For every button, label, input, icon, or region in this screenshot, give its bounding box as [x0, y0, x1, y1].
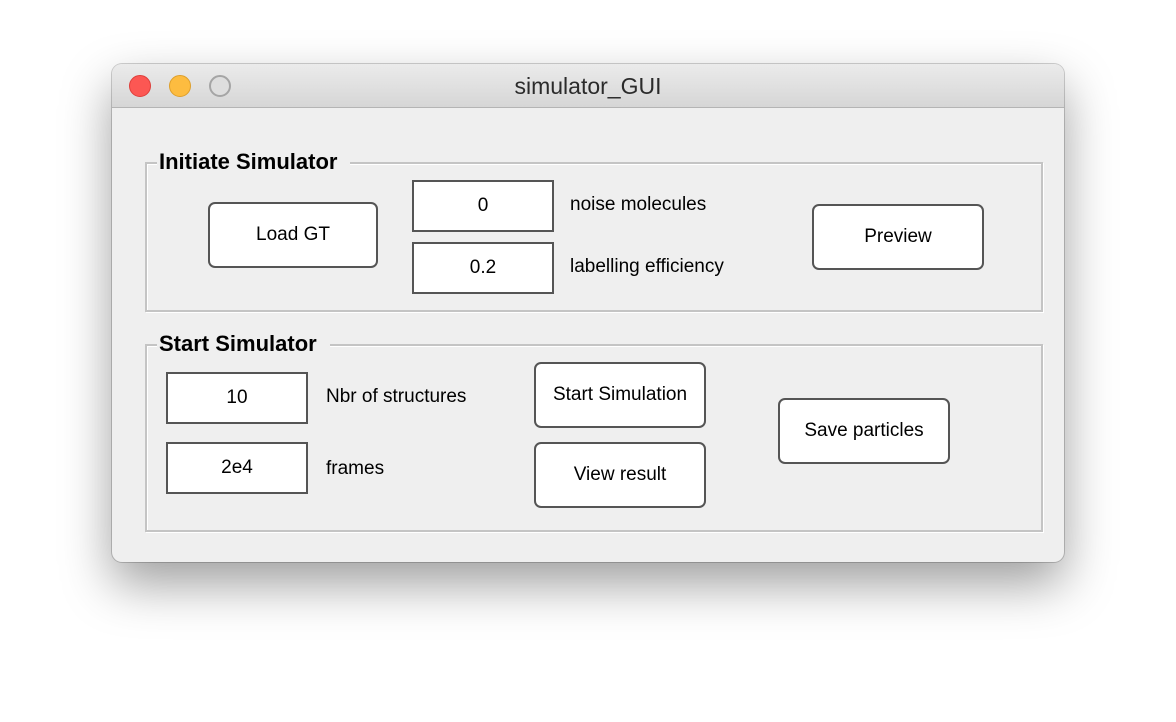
nbr-structures-label: Nbr of structures [326, 386, 467, 407]
simulator-window: simulator_GUI Initiate Simulator Load GT… [112, 64, 1064, 562]
frames-input[interactable]: 2e4 [166, 442, 308, 494]
preview-button[interactable]: Preview [812, 204, 984, 270]
load-gt-button[interactable]: Load GT [208, 202, 378, 268]
initiate-simulator-title: Initiate Simulator [157, 147, 351, 177]
labelling-efficiency-label: labelling efficiency [570, 256, 724, 277]
labelling-efficiency-input[interactable]: 0.2 [412, 242, 554, 294]
view-result-button[interactable]: View result [534, 442, 706, 508]
nbr-structures-input[interactable]: 10 [166, 372, 308, 424]
start-simulator-title: Start Simulator [157, 329, 330, 359]
noise-molecules-label: noise molecules [570, 194, 707, 215]
window-title: simulator_GUI [514, 73, 662, 99]
noise-molecules-input[interactable]: 0 [412, 180, 554, 232]
save-particles-button[interactable]: Save particles [778, 398, 950, 464]
frames-label: frames [326, 458, 385, 479]
start-simulation-button[interactable]: Start Simulation [534, 362, 706, 428]
desktop: simulator_GUI Initiate Simulator Load GT… [0, 0, 1176, 722]
title-bar[interactable]: simulator_GUI [112, 64, 1064, 108]
